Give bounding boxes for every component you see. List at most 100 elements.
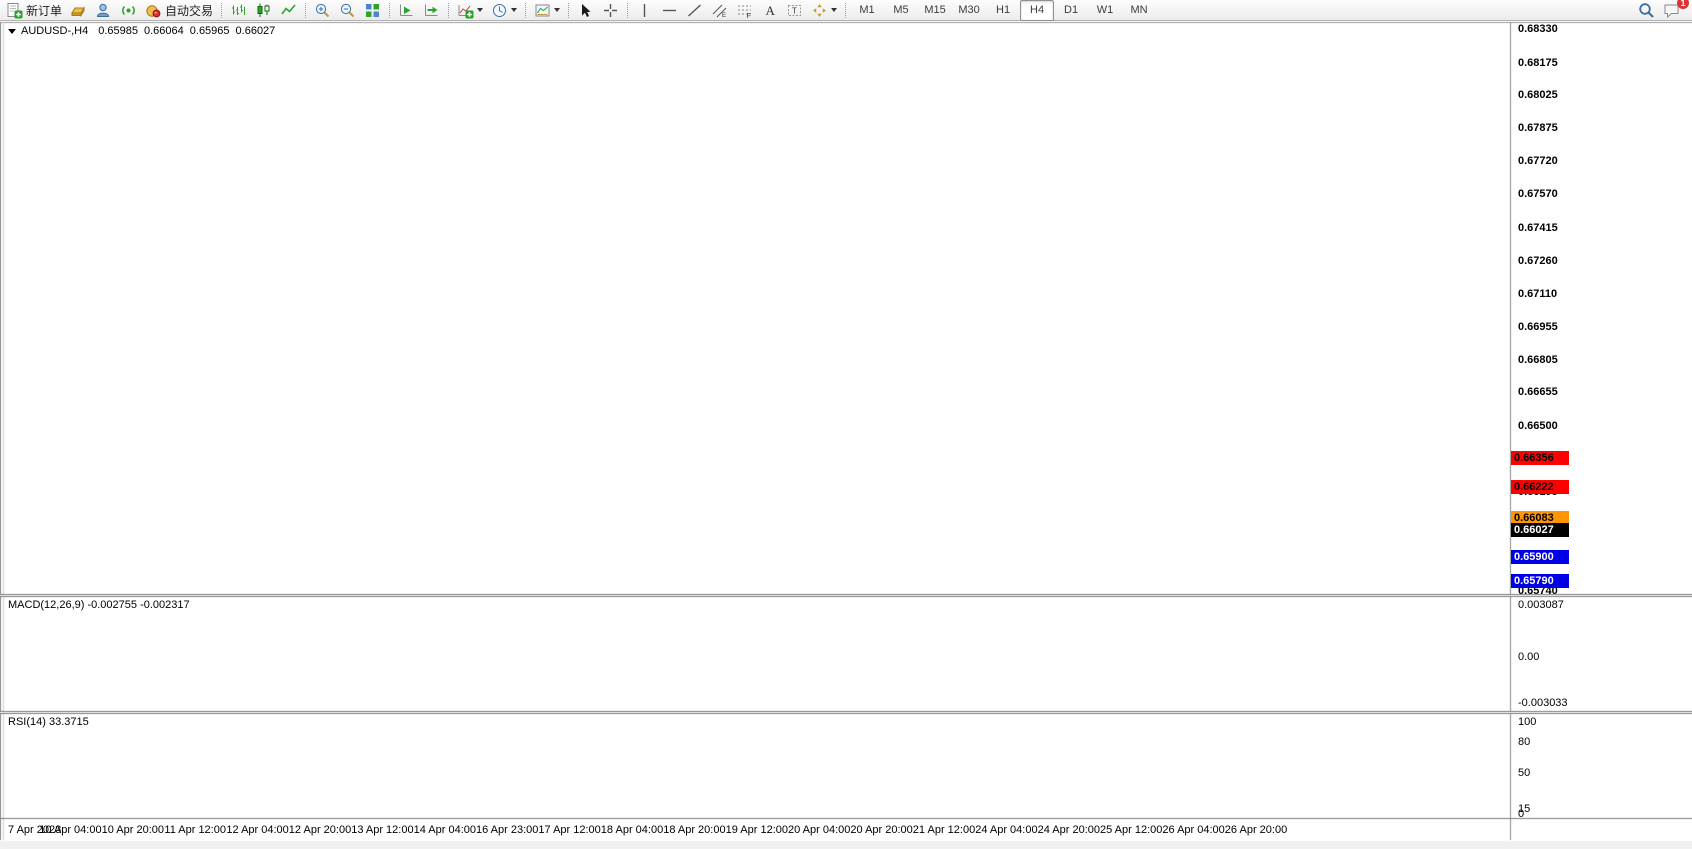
timeframe-m15-button[interactable]: M15 <box>918 0 952 21</box>
zoom-out-button[interactable] <box>335 0 360 21</box>
text-icon: A <box>761 2 778 19</box>
toolbar-group <box>573 0 623 21</box>
toolbar-right: 1 <box>1634 0 1690 21</box>
indicators-button[interactable] <box>453 0 487 21</box>
candlestick-chart-button[interactable] <box>251 0 276 21</box>
toolbar-separator <box>448 3 449 18</box>
tile-windows-button[interactable] <box>360 0 385 21</box>
chart-canvas[interactable] <box>0 0 1692 849</box>
text-label-button[interactable]: T <box>782 0 807 21</box>
toolbar-separator <box>389 3 390 18</box>
notification-badge: 1 <box>1677 0 1689 9</box>
fibonacci-button[interactable]: F <box>732 0 757 21</box>
toolbar-separator <box>845 3 846 18</box>
new-order-button[interactable]: 新订单 <box>2 0 66 21</box>
gold-icon <box>70 2 87 19</box>
ohlc-low: 0.65965 <box>190 25 230 37</box>
signal-icon <box>120 2 137 19</box>
ohlc-open: 0.65985 <box>98 25 138 37</box>
toolbar-separator <box>525 3 526 18</box>
timeframe-d1-button[interactable]: D1 <box>1054 0 1088 21</box>
trendline-button[interactable] <box>682 0 707 21</box>
zoom-in-button[interactable] <box>310 0 335 21</box>
ohlc-high: 0.66064 <box>144 25 184 37</box>
tile-icon <box>364 2 381 19</box>
label-icon: T <box>786 2 803 19</box>
channel-icon: E <box>711 2 728 19</box>
notifications-icon[interactable]: 1 <box>1659 0 1684 21</box>
zoomin-icon <box>314 2 331 19</box>
crosshair-icon <box>602 2 619 19</box>
toolbar-separator <box>568 3 569 18</box>
signal-icon[interactable] <box>116 0 141 21</box>
search-glyph <box>1638 2 1655 19</box>
trendline-icon <box>686 2 703 19</box>
timeframe-h1-button[interactable]: H1 <box>986 0 1020 21</box>
new-order-button-label: 新订单 <box>26 2 62 19</box>
svg-text:A: A <box>766 3 776 18</box>
text-button[interactable]: A <box>757 0 782 21</box>
dropdown-caret-icon[interactable] <box>511 8 517 12</box>
fibo-icon: F <box>736 2 753 19</box>
line-chart-button[interactable] <box>276 0 301 21</box>
indicators-icon <box>457 2 474 19</box>
timeframe-mn-button[interactable]: MN <box>1122 0 1156 21</box>
autoscroll-icon <box>398 2 415 19</box>
chart-title-row: AUDUSD-,H4 0.65985 0.66064 0.65965 0.660… <box>8 25 275 37</box>
toolbar-group <box>226 0 301 21</box>
horizontal-line-button[interactable] <box>657 0 682 21</box>
search-icon[interactable] <box>1634 0 1659 21</box>
timeframe-w1-button[interactable]: W1 <box>1088 0 1122 21</box>
expert-advisor-icon[interactable] <box>91 0 116 21</box>
toolbar-separator <box>221 3 222 18</box>
chart-shift-button[interactable] <box>419 0 444 21</box>
timeframe-group: M1M5M15M30H1H4D1W1MN <box>850 0 1156 21</box>
new-order-icon <box>6 2 23 19</box>
candles-icon <box>255 2 272 19</box>
toolbar-separator <box>305 3 306 18</box>
timeframe-m1-button[interactable]: M1 <box>850 0 884 21</box>
zoomout-icon <box>339 2 356 19</box>
crosshair-button[interactable] <box>598 0 623 21</box>
gold-ingot-icon[interactable] <box>66 0 91 21</box>
dropdown-caret-icon[interactable] <box>831 8 837 12</box>
chevron-down-icon[interactable] <box>8 29 16 34</box>
symbol-period-label: AUDUSD-,H4 <box>21 25 88 37</box>
arrows-button[interactable] <box>807 0 841 21</box>
auto-scroll-button[interactable] <box>394 0 419 21</box>
timeframe-m5-button[interactable]: M5 <box>884 0 918 21</box>
vertical-line-button[interactable] <box>632 0 657 21</box>
templates-button[interactable] <box>530 0 564 21</box>
autotrade-icon <box>145 2 162 19</box>
auto-trading-button-label: 自动交易 <box>165 2 213 19</box>
dropdown-caret-icon[interactable] <box>554 8 560 12</box>
toolbar-group: EFAT <box>632 0 841 21</box>
line-icon <box>280 2 297 19</box>
svg-text:T: T <box>792 6 797 15</box>
bars-icon <box>230 2 247 19</box>
bar-chart-button[interactable] <box>226 0 251 21</box>
toolbar-group <box>530 0 564 21</box>
timeframe-m30-button[interactable]: M30 <box>952 0 986 21</box>
toolbar: 新订单 自动交易 E F A T M1M5M15M30H1H4D1W1MN 1 <box>0 0 1692 21</box>
template-icon <box>534 2 551 19</box>
ohlc-close: 0.66027 <box>236 25 276 37</box>
cursor-button[interactable] <box>573 0 598 21</box>
toolbar-group <box>394 0 444 21</box>
shift-icon <box>423 2 440 19</box>
svg-text:F: F <box>747 13 751 19</box>
toolbar-group <box>453 0 521 21</box>
timeframe-h4-button[interactable]: H4 <box>1020 0 1054 21</box>
periods-button[interactable] <box>487 0 521 21</box>
arrows-icon <box>811 2 828 19</box>
toolbar-group <box>310 0 385 21</box>
toolbar-separator <box>627 3 628 18</box>
cursor-icon <box>577 2 594 19</box>
vline-icon <box>636 2 653 19</box>
auto-trading-button[interactable]: 自动交易 <box>141 0 217 21</box>
rsi-indicator-label: RSI(14) 33.3715 <box>8 716 89 728</box>
svg-text:E: E <box>722 13 726 19</box>
toolbar-group: 新订单 自动交易 <box>2 0 217 21</box>
dropdown-caret-icon[interactable] <box>477 8 483 12</box>
equidistant-channel-button[interactable]: E <box>707 0 732 21</box>
